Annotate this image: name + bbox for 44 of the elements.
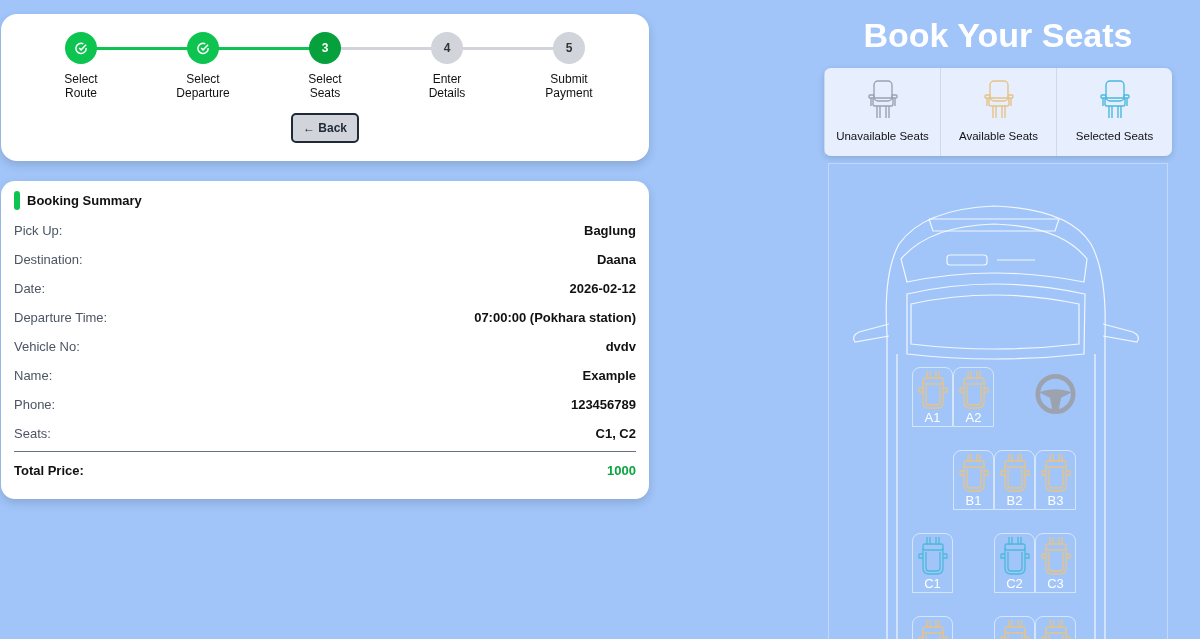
seat-label[interactable]: B2 xyxy=(1006,493,1023,508)
summary-label: Name: xyxy=(14,368,53,383)
steering-wheel-icon xyxy=(1035,372,1076,416)
total-label: Total Price: xyxy=(14,463,84,478)
check-icon xyxy=(196,41,210,55)
summary-label: Date: xyxy=(14,281,46,296)
step-label: Select Route xyxy=(64,72,98,100)
legend-label: Selected Seats xyxy=(1075,130,1154,142)
summary-title: Booking Summary xyxy=(27,193,142,208)
summary-value: Example xyxy=(582,368,636,383)
seat-label[interactable]: C2 xyxy=(1006,576,1023,591)
seat-label[interactable]: B1 xyxy=(965,493,982,508)
seat-label[interactable]: C3 xyxy=(1047,576,1064,591)
step-circle: 5 xyxy=(553,32,585,64)
summary-value: 123456789 xyxy=(570,397,636,412)
accent-bar xyxy=(14,191,20,210)
summary-label: Departure Time: xyxy=(14,310,108,325)
summary-value: Daana xyxy=(596,252,636,267)
seat-label[interactable]: C1 xyxy=(924,576,941,591)
seat-label[interactable]: A2 xyxy=(965,410,982,425)
step-circle: 3 xyxy=(309,32,341,64)
total-value: 1000 xyxy=(607,463,636,478)
legend-label: Available Seats xyxy=(958,130,1039,142)
step-label: Select Seats xyxy=(308,72,342,100)
step-label: Enter Details xyxy=(428,72,466,100)
back-button[interactable]: ← Back xyxy=(291,113,359,143)
check-icon xyxy=(74,41,88,55)
step-circle: 4 xyxy=(431,32,463,64)
step-label: Select Departure xyxy=(176,72,230,100)
summary-value: Baglung xyxy=(584,223,636,238)
summary-label: Vehicle No: xyxy=(14,339,80,354)
summary-value: 2026-02-12 xyxy=(569,281,636,296)
seat-label[interactable]: B3 xyxy=(1047,493,1064,508)
summary-label: Seats: xyxy=(14,426,51,441)
summary-label: Phone: xyxy=(14,397,56,412)
legend-label: Unavailable Seats xyxy=(836,130,929,142)
summary-value: dvdv xyxy=(605,339,636,354)
step-label: Submit Payment xyxy=(545,72,593,100)
seat-label[interactable]: A1 xyxy=(924,410,941,425)
summary-value: 07:00:00 (Pokhara station) xyxy=(474,310,636,325)
page-title: Book Your Seats xyxy=(863,16,1133,55)
summary-value: C1, C2 xyxy=(595,426,636,441)
summary-label: Destination: xyxy=(14,252,83,267)
summary-label: Pick Up: xyxy=(14,223,63,238)
